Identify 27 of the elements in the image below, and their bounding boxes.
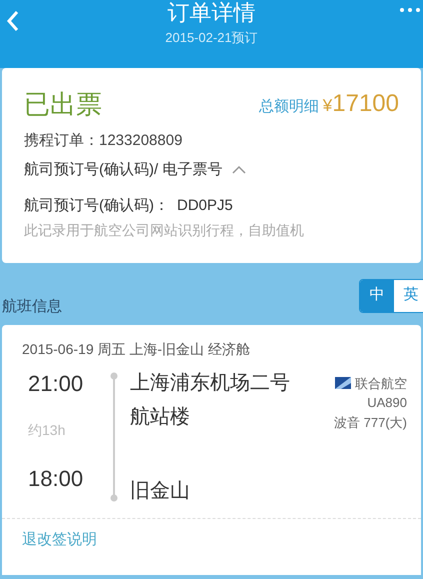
more-icon[interactable] (399, 6, 421, 14)
page-title: 订单详情 (168, 0, 256, 26)
order-date: 2015-02-21预订 (165, 29, 258, 47)
flight-duration: 约13h (27, 420, 66, 440)
flight-number: UA890 (367, 394, 407, 412)
airline-logo-icon (335, 377, 351, 390)
pnr-code: DD0PJ5 (177, 196, 233, 216)
ticket-status: 已出票 (24, 88, 102, 120)
arrival-city: 旧金山 (129, 478, 191, 504)
pnr-note: 此记录用于航空公司网站识别行程，自助值机 (24, 220, 305, 240)
pnr-label: 航司预订号(确认码)： (24, 196, 169, 216)
language-tab[interactable]: 中 (360, 280, 394, 312)
aircraft-type: 波音 777(大) (334, 414, 407, 432)
airline-name: 联合航空 (355, 374, 407, 392)
flight-summary: 2015-06-19 周五 上海-旧金山 经济舱 (22, 340, 251, 358)
total-price: 17100 (332, 89, 399, 119)
refund-change-link[interactable]: 退改签说明 (22, 528, 97, 551)
order-number: 1233208809 (99, 131, 182, 151)
departure-airport: 上海浦东机场二号航站楼 (129, 370, 291, 430)
departure-time: 21:00 (27, 370, 84, 398)
arrival-time: 18:00 (27, 464, 84, 492)
booking-section-toggle[interactable]: 航司预订号(确认码)/ 电子票号 (24, 158, 246, 181)
order-label: 携程订单： (24, 131, 99, 151)
currency-symbol: ¥ (322, 95, 332, 117)
total-details-link[interactable]: 总额明细 (258, 96, 319, 118)
section-title: 航班信息 (1, 297, 62, 317)
caret-icon (232, 165, 246, 174)
